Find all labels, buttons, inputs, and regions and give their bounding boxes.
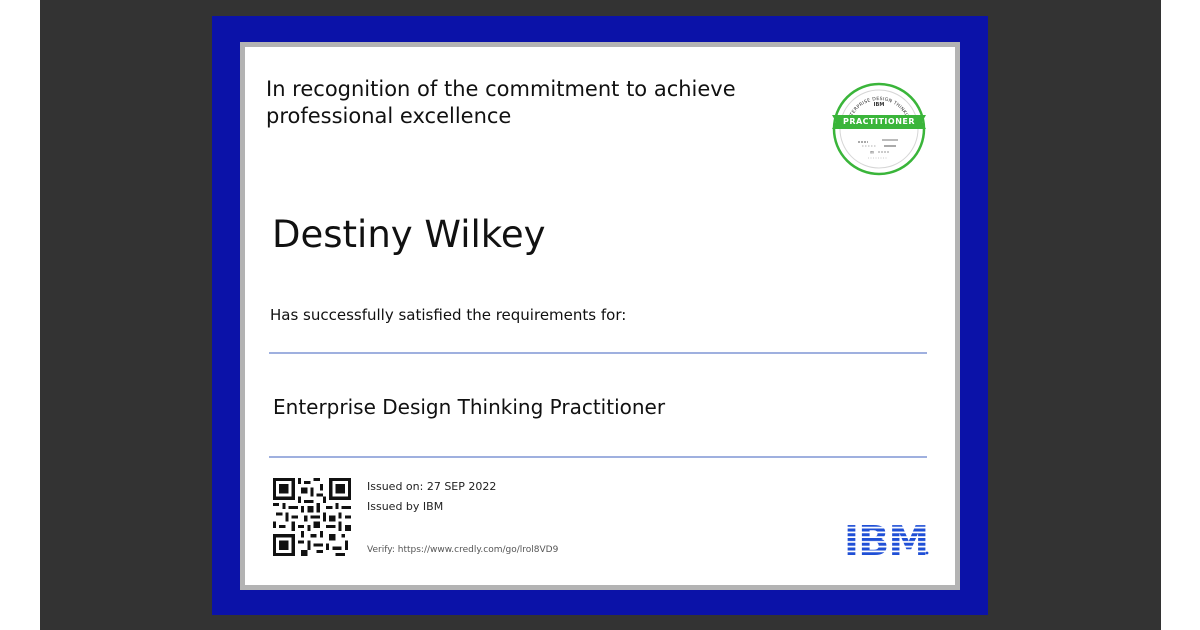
recognition-text: In recognition of the commitment to achi… (266, 77, 736, 128)
issued-on-date: Issued on: 27 SEP 2022 (367, 480, 497, 493)
divider-top (269, 352, 927, 354)
recipient-name: Destiny Wilkey (272, 213, 546, 256)
requirements-text: Has successfully satisfied the requireme… (270, 306, 627, 324)
badge-level-label: PRACTITIONER (842, 117, 916, 126)
badge-issuer: IBM (874, 102, 885, 108)
ibm-logo-icon: IBM (846, 519, 929, 557)
course-title: Enterprise Design Thinking Practitioner (273, 395, 666, 419)
verify-link[interactable]: Verify: https://www.credly.com/go/lrol8V… (367, 545, 558, 555)
ibm-logo-text: IBM (846, 519, 928, 557)
svg-text:∞: ∞ (870, 149, 875, 156)
issued-by: Issued by IBM (367, 500, 444, 513)
qr-code-icon[interactable] (273, 478, 351, 556)
divider-bottom (269, 456, 927, 458)
badge-icon: ENTERPRISE DESIGN THINKING IBM ∞ (832, 82, 926, 176)
